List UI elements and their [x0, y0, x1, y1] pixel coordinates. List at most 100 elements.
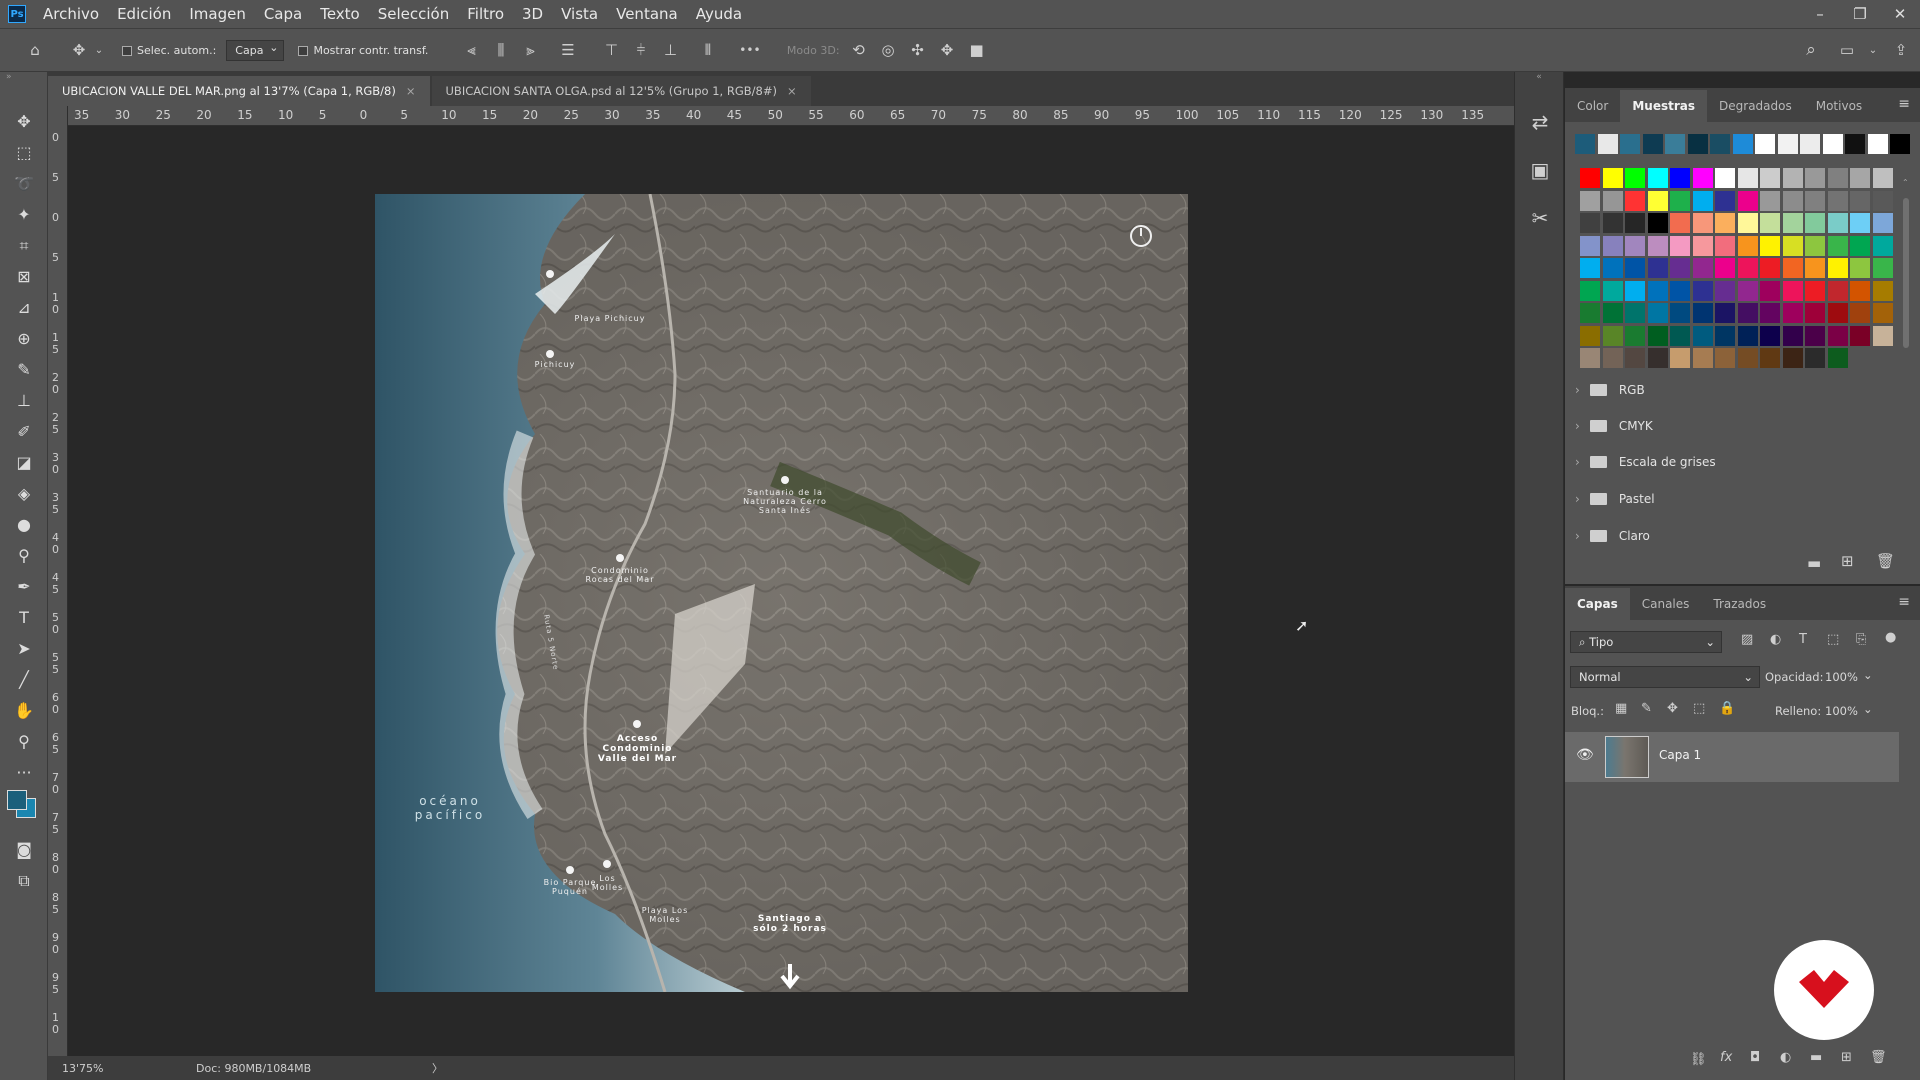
color-swatch[interactable] [1872, 168, 1893, 188]
swatch-folder-grises[interactable]: › Escala de grises [1575, 444, 1716, 480]
workspace-icon[interactable]: ▭ [1834, 41, 1860, 59]
quick-mask-icon[interactable]: ◙ [0, 834, 48, 865]
zoom-level[interactable]: 13'75% [62, 1062, 182, 1075]
marquee-tool-icon[interactable]: ⬚ [0, 137, 48, 168]
color-swatch[interactable] [1647, 235, 1668, 256]
move-tool-icon[interactable]: ✥ [0, 106, 48, 137]
dodge-tool-icon[interactable]: ⚲ [0, 540, 48, 571]
color-swatch[interactable] [1827, 235, 1848, 256]
history-panel-icon[interactable]: ⇄ [1515, 98, 1565, 146]
color-swatch[interactable] [1692, 303, 1713, 323]
menu-vista[interactable]: Vista [552, 0, 607, 28]
drag-3d-icon[interactable]: ✣ [905, 41, 931, 59]
color-swatch[interactable] [1692, 280, 1713, 301]
color-swatch[interactable] [1692, 213, 1713, 233]
color-swatch[interactable] [1670, 348, 1690, 368]
opacity-chevron-icon[interactable]: ⌄ [1863, 668, 1873, 682]
color-swatch[interactable] [1827, 168, 1848, 188]
lasso-tool-icon[interactable]: ➰ [0, 168, 48, 199]
color-swatch[interactable] [1625, 325, 1645, 346]
menu-texto[interactable]: Texto [311, 0, 369, 28]
color-swatch[interactable] [1805, 190, 1825, 211]
status-expand-icon[interactable]: 〉 [432, 1060, 443, 1076]
close-tab-icon[interactable]: × [787, 84, 797, 98]
adjustment-layer-icon[interactable]: ◐ [1780, 1050, 1791, 1065]
color-swatch[interactable] [1715, 235, 1735, 256]
color-swatch[interactable] [1760, 258, 1780, 278]
color-swatch[interactable] [1647, 190, 1668, 211]
color-swatch[interactable] [1647, 348, 1668, 368]
tab-degradados[interactable]: Degradados [1707, 90, 1804, 122]
color-swatch[interactable] [1692, 235, 1713, 256]
color-swatch[interactable] [1760, 280, 1780, 301]
stamp-tool-icon[interactable]: ⊥ [0, 385, 48, 416]
color-swatch[interactable] [1760, 190, 1780, 211]
link-layers-icon[interactable]: ⛓ [1690, 1052, 1707, 1067]
tab-canales[interactable]: Canales [1630, 588, 1702, 620]
orbit-3d-icon[interactable]: ⟲ [846, 41, 872, 59]
filter-toggle-icon[interactable]: ● [1885, 630, 1896, 645]
properties-panel-icon[interactable]: ▣ [1515, 146, 1565, 194]
color-swatch[interactable] [1827, 190, 1848, 211]
tools-collapse-icon[interactable]: » [0, 72, 47, 86]
camera-3d-icon[interactable]: ■ [964, 41, 990, 59]
color-swatch[interactable] [1827, 280, 1848, 301]
color-swatch[interactable] [1602, 348, 1623, 368]
color-swatch[interactable] [1805, 235, 1825, 256]
color-swatch[interactable] [1602, 258, 1623, 278]
slide-3d-icon[interactable]: ✥ [934, 41, 960, 59]
color-swatch[interactable] [1737, 258, 1758, 278]
recent-swatch[interactable] [1597, 134, 1618, 154]
color-swatch[interactable] [1827, 258, 1848, 278]
color-swatch[interactable] [1692, 190, 1713, 211]
move-tool-icon[interactable]: ✥ [66, 41, 92, 59]
color-swatch[interactable] [1692, 325, 1713, 346]
recent-swatch[interactable] [1845, 134, 1865, 154]
color-swatch[interactable] [1805, 280, 1825, 301]
lock-position-icon[interactable]: ✥ [1667, 701, 1678, 716]
color-swatch[interactable] [1715, 325, 1735, 346]
swatch-folder-cmyk[interactable]: › CMYK [1575, 408, 1653, 444]
color-swatch[interactable] [1580, 235, 1600, 256]
color-swatch[interactable] [1782, 280, 1803, 301]
align-center-icon[interactable]: ⫼ [488, 41, 514, 59]
align-top-icon[interactable]: ⊤ [598, 41, 624, 59]
share-icon[interactable]: ⇪ [1888, 41, 1914, 59]
line-tool-icon[interactable]: ╱ [0, 664, 48, 695]
magic-wand-tool-icon[interactable]: ✦ [0, 199, 48, 230]
color-swatch[interactable] [1760, 348, 1780, 368]
color-swatch[interactable] [1782, 168, 1803, 188]
color-swatch[interactable] [1737, 303, 1758, 323]
fill-chevron-icon[interactable]: ⌄ [1863, 702, 1873, 716]
color-swatch[interactable] [1602, 280, 1623, 301]
recent-swatch[interactable] [1777, 134, 1798, 154]
distribute-icon[interactable]: ☰ [555, 41, 581, 59]
align-right-icon[interactable]: ⫸ [517, 41, 543, 59]
color-swatch[interactable] [1827, 303, 1848, 323]
recent-swatch[interactable] [1890, 134, 1910, 154]
filter-type-icon[interactable]: T [1799, 632, 1807, 647]
color-swatch[interactable] [1580, 325, 1600, 346]
color-swatch[interactable] [1580, 258, 1600, 278]
layer-filter-dropdown[interactable]: ⌕ Tipo ⌄ [1570, 631, 1722, 653]
color-swatch[interactable] [1782, 348, 1803, 368]
lock-artboard-icon[interactable]: ⬚ [1693, 701, 1705, 716]
filter-pixel-icon[interactable]: ▨ [1741, 632, 1753, 647]
chevron-down-icon[interactable]: ⌄ [92, 45, 106, 56]
color-swatch[interactable] [1625, 303, 1645, 323]
swatch-folder-pastel[interactable]: › Pastel [1575, 481, 1655, 517]
minimize-button[interactable]: – [1800, 0, 1840, 28]
align-left-icon[interactable]: ⫷ [458, 41, 484, 59]
panel-collapse-icon[interactable]: « [1515, 72, 1563, 86]
color-swatch[interactable] [1670, 303, 1690, 323]
color-swatch[interactable] [1850, 280, 1870, 301]
color-swatch[interactable] [1737, 348, 1758, 368]
color-swatch[interactable] [1737, 325, 1758, 346]
color-swatch[interactable] [1872, 190, 1893, 211]
color-swatch[interactable] [1827, 325, 1848, 346]
lock-all-icon[interactable]: 🔒 [1719, 701, 1735, 716]
screen-mode-icon[interactable]: ⧉ [0, 865, 48, 896]
color-swatch[interactable] [1625, 280, 1645, 301]
color-swatch[interactable] [1782, 325, 1803, 346]
filter-adjustment-icon[interactable]: ◐ [1770, 632, 1781, 647]
